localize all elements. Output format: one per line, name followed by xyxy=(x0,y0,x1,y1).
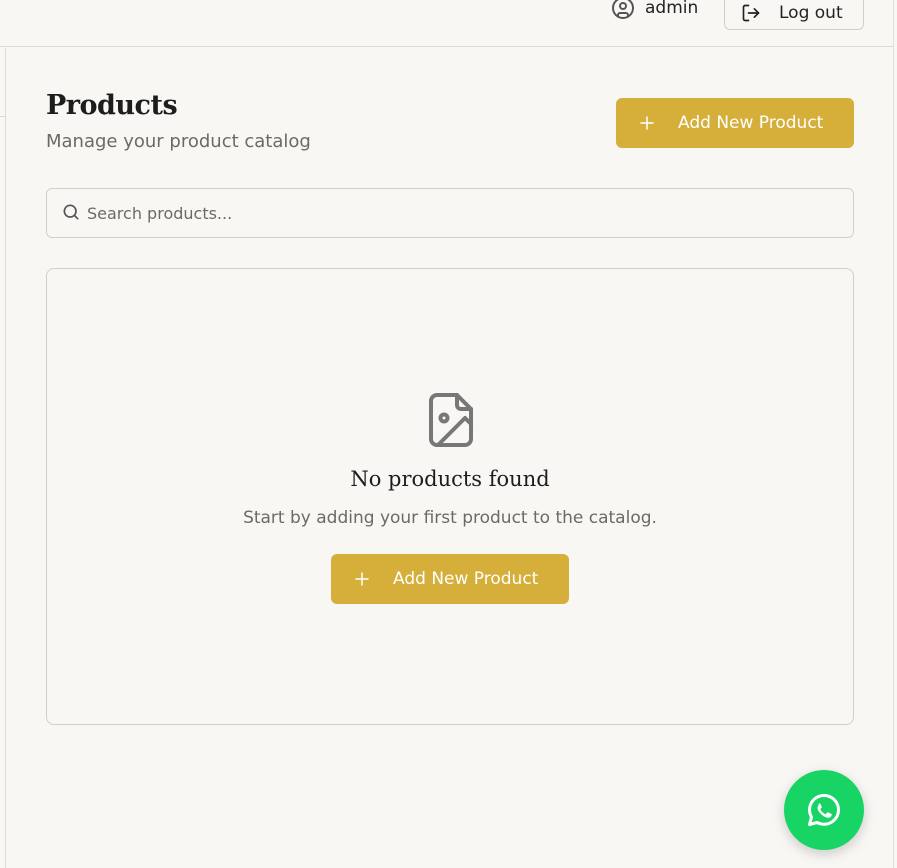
page-subtitle: Manage your product catalog xyxy=(46,131,311,152)
logout-button[interactable]: Log out xyxy=(724,0,864,30)
products-empty-state: No products found Start by adding your f… xyxy=(46,268,854,725)
log-out-icon xyxy=(742,4,760,21)
whatsapp-icon xyxy=(808,794,840,826)
user-info: admin xyxy=(611,0,698,20)
sidebar-edge xyxy=(0,48,6,868)
username-label: admin xyxy=(645,0,699,18)
search-box xyxy=(46,188,854,238)
add-first-product-button[interactable]: Add New Product xyxy=(331,554,569,604)
add-new-product-label: Add New Product xyxy=(678,113,824,133)
scrollbar-track xyxy=(893,0,894,868)
plus-icon xyxy=(355,572,369,586)
empty-state-title: No products found xyxy=(350,467,550,491)
add-first-product-label: Add New Product xyxy=(393,569,539,589)
whatsapp-chat-button[interactable] xyxy=(784,770,864,850)
sidebar-divider xyxy=(0,116,6,117)
plus-icon xyxy=(640,116,654,130)
search-input[interactable] xyxy=(87,189,827,237)
file-image-icon xyxy=(429,393,473,447)
search-icon xyxy=(63,204,79,220)
page-title: Products xyxy=(46,90,178,121)
logout-label: Log out xyxy=(779,2,843,23)
empty-state-message: Start by adding your first product to th… xyxy=(243,508,657,528)
user-circle-icon xyxy=(612,0,634,19)
add-new-product-button[interactable]: Add New Product xyxy=(616,98,854,148)
